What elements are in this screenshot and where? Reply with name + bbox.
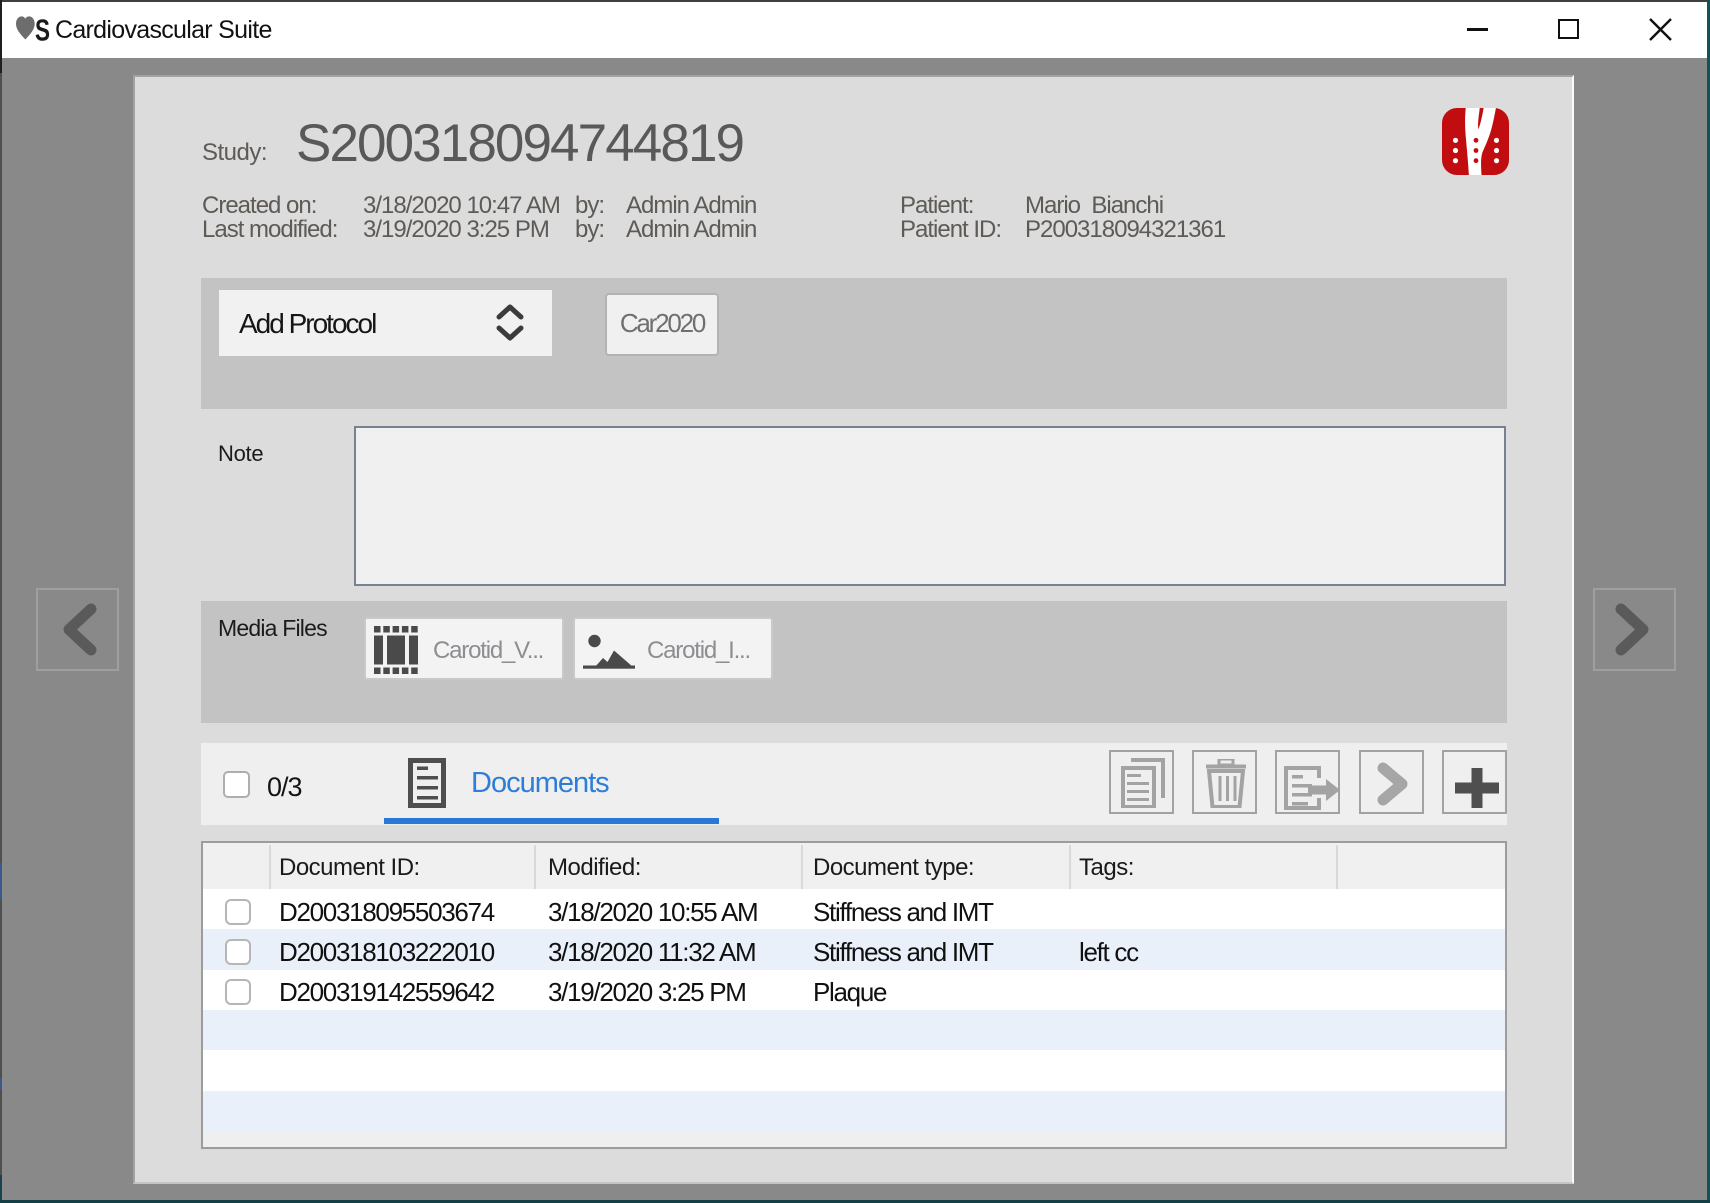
svg-text:S: S (35, 16, 50, 44)
